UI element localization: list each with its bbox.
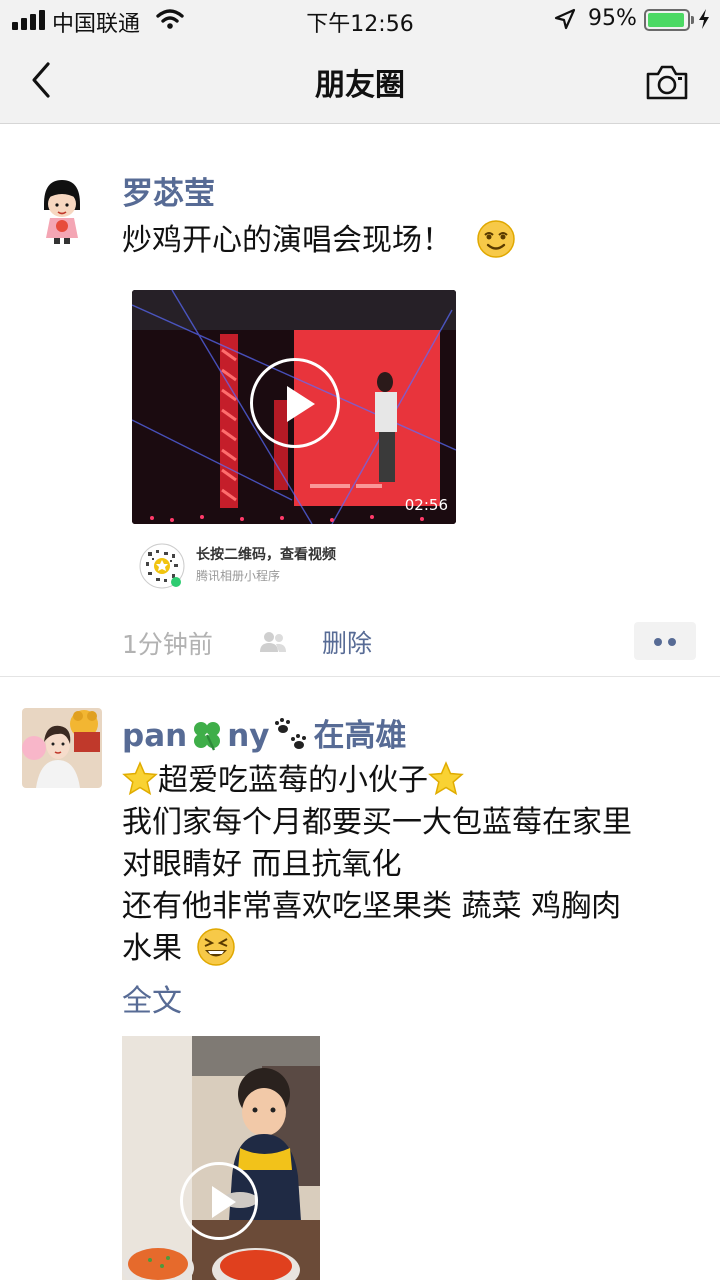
paw-prints-icon — [275, 717, 307, 749]
post-text-line: 对眼睛好 而且抗氧化 — [122, 847, 402, 882]
qr-subtitle: 腾讯相册小程序 — [196, 569, 281, 583]
smirking-face-icon — [476, 219, 515, 258]
location-arrow-icon — [554, 8, 576, 30]
avatar[interactable] — [22, 168, 102, 248]
post-text-line: 我们家每个月都要买一大包蓝莓在家里 — [122, 805, 632, 840]
play-icon[interactable] — [250, 358, 340, 448]
post-text: 超爱吃蓝莓的小伙子 我们家每个月都要买一大包蓝莓在家里 对眼睛好 而且抗氧化 还… — [122, 760, 632, 970]
avatar-cartoon-girl-icon — [22, 168, 102, 248]
video-duration: 02:56 — [404, 496, 448, 514]
charging-bolt-icon — [699, 9, 709, 29]
battery-percentage: 95% — [588, 6, 637, 31]
author-name-part: ny — [227, 718, 270, 754]
post-text-line: 超爱吃蓝莓的小伙子 — [122, 760, 632, 802]
more-dots-icon[interactable] — [634, 622, 696, 660]
camera-icon[interactable] — [644, 62, 690, 102]
play-icon[interactable] — [180, 1162, 258, 1240]
avatar[interactable] — [22, 708, 102, 788]
people-icon — [260, 632, 286, 652]
star-icon — [428, 760, 464, 795]
post-text-line: 还有他非常喜欢吃坚果类 蔬菜 鸡胸肉 — [122, 889, 622, 924]
full-text-link[interactable]: 全文 — [122, 976, 182, 1020]
post-text: 炒鸡开心的演唱会现场！ — [122, 219, 516, 262]
post-text-line-body: 水果 — [122, 931, 182, 966]
qr-code-icon — [139, 543, 185, 589]
author-name[interactable]: 罗苾莹 — [122, 168, 215, 213]
child-video-thumbnail[interactable] — [122, 1036, 320, 1280]
qr-title: 长按二维码，查看视频 — [196, 547, 336, 563]
page-title: 朋友圈 — [315, 68, 405, 103]
concert-video-card[interactable]: 02:56 — [132, 290, 456, 524]
author-name-part: pan — [122, 718, 188, 754]
author-name[interactable]: pan ny 在高雄 — [122, 710, 406, 755]
four-leaf-clover-icon — [194, 721, 221, 751]
post-meta: 1分钟前 删除 — [122, 622, 702, 662]
child-video-image — [122, 1036, 320, 1280]
delete-button[interactable]: 删除 — [322, 624, 372, 660]
top-bar: 中国联通 下午12:56 95% 朋友圈 — [0, 0, 720, 124]
star-icon — [122, 760, 158, 795]
post-text-line-body: 超爱吃蓝莓的小伙子 — [158, 763, 428, 798]
avatar-photo-icon — [22, 708, 102, 788]
mini-program-qr[interactable]: 长按二维码，查看视频 腾讯相册小程序 — [138, 542, 458, 592]
status-bar: 中国联通 下午12:56 95% — [0, 0, 720, 40]
nav-bar: 朋友圈 — [0, 40, 720, 124]
moment-post: 罗苾莹 炒鸡开心的演唱会现场！ 02:56 长按二维码，查看视频 腾讯相册小程序… — [0, 124, 720, 677]
post-text-body: 炒鸡开心的演唱会现场！ — [122, 223, 452, 258]
author-name-part: 在高雄 — [313, 718, 407, 754]
post-time: 1分钟前 — [122, 630, 213, 659]
grinning-squinting-face-icon — [197, 927, 235, 966]
post-text-line: 水果 — [122, 927, 632, 970]
battery-icon — [644, 9, 694, 31]
moment-post: pan ny 在高雄 超爱吃蓝莓的小伙子 我们家每个月都要买一大包蓝莓在家里 对… — [0, 678, 720, 1280]
